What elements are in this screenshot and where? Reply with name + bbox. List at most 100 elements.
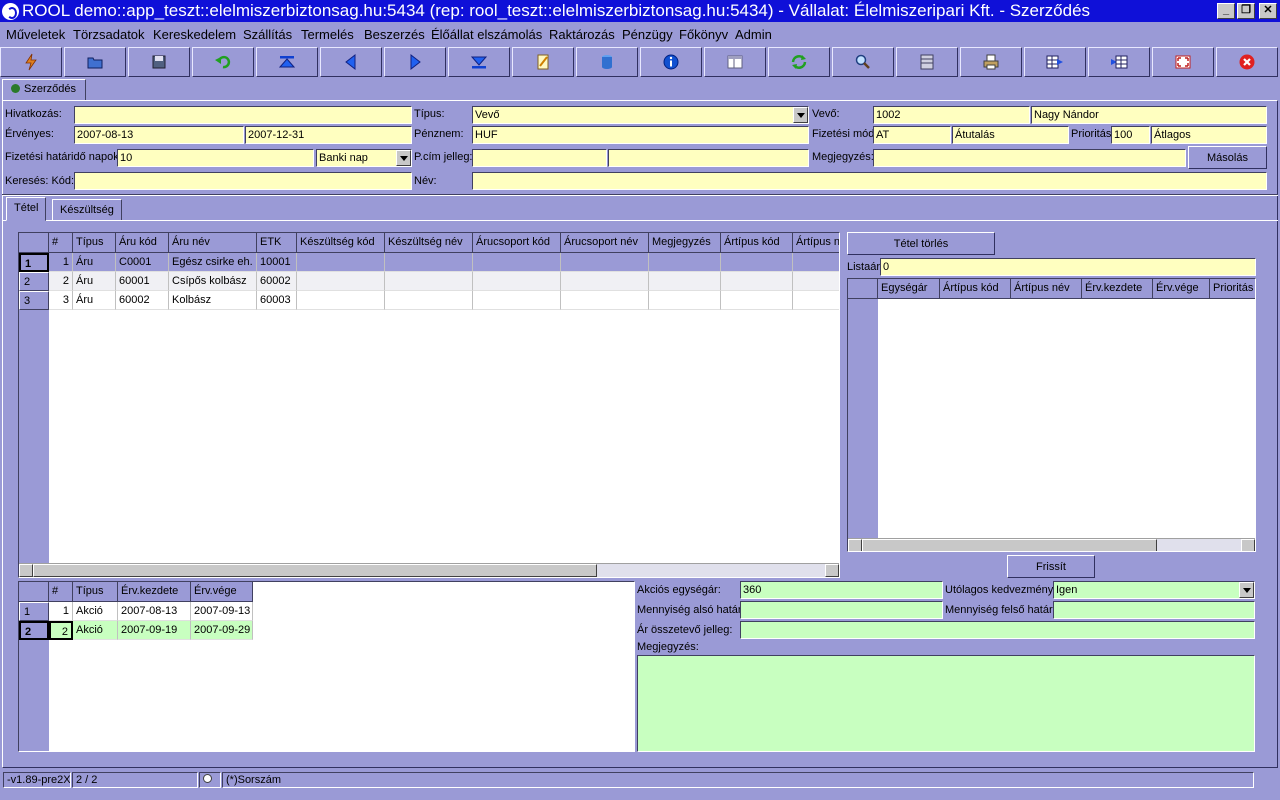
cell[interactable]: 10001 xyxy=(257,253,297,272)
cell[interactable]: 2007-09-29 xyxy=(191,621,253,640)
ervenyes-to-input[interactable]: 2007-12-31 xyxy=(245,126,412,144)
pcim-input-2[interactable] xyxy=(608,149,809,167)
col-header[interactable]: # xyxy=(49,582,73,602)
scroll-thumb[interactable] xyxy=(33,564,597,577)
menu-kereskedelem[interactable]: Kereskedelem xyxy=(153,27,236,42)
cell[interactable]: 2 xyxy=(49,272,73,291)
cell[interactable] xyxy=(721,253,793,272)
cell[interactable]: 3 xyxy=(49,291,73,310)
next-button[interactable] xyxy=(384,47,446,77)
cell[interactable]: 1 xyxy=(49,253,73,272)
cell[interactable] xyxy=(793,272,839,291)
menu-szallitas[interactable]: Szállítás xyxy=(243,27,292,42)
penznem-input[interactable]: HUF xyxy=(472,126,809,144)
cell[interactable]: Csípős kolbász xyxy=(169,272,257,291)
vevo-code-input[interactable]: 1002 xyxy=(873,106,1030,124)
cell[interactable]: 60002 xyxy=(116,291,169,310)
col-header[interactable]: # xyxy=(49,233,73,253)
cell[interactable] xyxy=(649,272,721,291)
cell[interactable] xyxy=(721,291,793,310)
tab-keszultseg[interactable]: Készültség xyxy=(52,199,122,221)
open-button[interactable] xyxy=(64,47,126,77)
frissit-button[interactable]: Frissít xyxy=(1007,555,1095,578)
scroll-right-icon[interactable] xyxy=(1241,539,1255,551)
col-header[interactable]: Áru kód xyxy=(116,233,169,253)
close-button[interactable] xyxy=(1216,47,1278,77)
cell[interactable]: 2007-08-13 xyxy=(118,602,191,621)
table-row[interactable]: 1 1 Akció 2007-08-13 2007-09-13 xyxy=(19,602,253,621)
cell[interactable]: 2 xyxy=(49,621,73,640)
cell[interactable]: 60003 xyxy=(257,291,297,310)
col-header[interactable]: Megjegyzés xyxy=(649,233,721,253)
hatarido-type-select[interactable]: Banki nap xyxy=(316,149,412,167)
menu-torzsadatok[interactable]: Törzsadatok xyxy=(73,27,145,42)
col-header[interactable]: Érv.kezdete xyxy=(1082,279,1153,299)
cell[interactable] xyxy=(561,291,649,310)
cell[interactable] xyxy=(649,253,721,272)
cell[interactable] xyxy=(385,253,473,272)
items-horizontal-scrollbar[interactable] xyxy=(19,563,839,577)
cell[interactable] xyxy=(473,272,561,291)
layout-button[interactable] xyxy=(704,47,766,77)
cell[interactable] xyxy=(793,253,839,272)
table-row[interactable]: 1 1 Áru C0001 Egész csirke eh. 10001 xyxy=(19,253,839,272)
ervenyes-from-input[interactable]: 2007-08-13 xyxy=(74,126,244,144)
cell[interactable]: Áru xyxy=(73,253,116,272)
col-header[interactable]: Típus xyxy=(73,582,118,602)
vevo-name-input[interactable]: Nagy Nándor xyxy=(1031,106,1267,124)
menu-raktarozas[interactable]: Raktározás xyxy=(549,27,615,42)
col-header[interactable]: Típus xyxy=(73,233,116,253)
execute-button[interactable] xyxy=(0,47,62,77)
col-header[interactable]: Érv.kezdete xyxy=(118,582,191,602)
tab-tetel[interactable]: Tétel xyxy=(6,197,47,221)
refresh-button[interactable] xyxy=(768,47,830,77)
menu-eloallat[interactable]: Élőállat elszámolás xyxy=(431,27,542,42)
listaar-input[interactable]: 0 xyxy=(880,258,1256,276)
cell[interactable]: Áru xyxy=(73,291,116,310)
tetel-torles-button[interactable]: Tétel törlés xyxy=(847,232,995,255)
cell[interactable]: 60001 xyxy=(116,272,169,291)
col-header[interactable]: Árucsoport név xyxy=(561,233,649,253)
save-button[interactable] xyxy=(128,47,190,77)
cell[interactable] xyxy=(561,253,649,272)
nev-input[interactable] xyxy=(472,172,1267,190)
fullscreen-button[interactable] xyxy=(1152,47,1214,77)
grid-import-button[interactable] xyxy=(1088,47,1150,77)
cell[interactable] xyxy=(385,291,473,310)
col-header[interactable]: Ártípus n xyxy=(793,233,839,253)
felso-hatar-input[interactable] xyxy=(1053,601,1255,619)
radio-icon[interactable] xyxy=(203,774,212,783)
scroll-right-icon[interactable] xyxy=(825,564,839,577)
kereses-kod-input[interactable] xyxy=(74,172,412,190)
menu-termeles[interactable]: Termelés xyxy=(301,27,354,42)
chevron-down-icon[interactable] xyxy=(793,107,808,123)
list-button[interactable] xyxy=(896,47,958,77)
prev-button[interactable] xyxy=(320,47,382,77)
last-button[interactable] xyxy=(448,47,510,77)
hatarido-input[interactable]: 10 xyxy=(117,149,314,167)
cell[interactable]: Egész csirke eh. xyxy=(169,253,257,272)
scroll-thumb[interactable] xyxy=(862,539,1157,551)
chevron-down-icon[interactable] xyxy=(1239,582,1254,598)
prioritas-value-input[interactable]: 100 xyxy=(1111,126,1150,144)
edit-button[interactable] xyxy=(512,47,574,77)
menu-admin[interactable]: Admin xyxy=(735,27,772,42)
akcio-megjegyzes-textarea[interactable] xyxy=(637,655,1255,752)
row-number[interactable]: 1 xyxy=(19,253,49,272)
menu-beszerzes[interactable]: Beszerzés xyxy=(364,27,425,42)
col-header[interactable]: Érv.vége xyxy=(191,582,253,602)
row-number[interactable]: 2 xyxy=(19,272,49,291)
table-row[interactable]: 2 2 Akció 2007-09-19 2007-09-29 xyxy=(19,621,253,640)
col-header[interactable]: Érv.vége xyxy=(1153,279,1210,299)
menu-fokonyv[interactable]: Főkönyv xyxy=(679,27,728,42)
megjegyzes-input[interactable] xyxy=(873,149,1186,167)
menu-penzugy[interactable]: Pénzügy xyxy=(622,27,673,42)
print-button[interactable] xyxy=(960,47,1022,77)
col-header[interactable]: Árucsoport kód xyxy=(473,233,561,253)
col-header[interactable]: Ártípus kód xyxy=(721,233,793,253)
row-number[interactable]: 2 xyxy=(19,621,49,640)
cell[interactable] xyxy=(297,253,385,272)
fizmod-name-input[interactable]: Átutalás xyxy=(952,126,1069,144)
cell[interactable]: Kolbász xyxy=(169,291,257,310)
cell[interactable] xyxy=(793,291,839,310)
